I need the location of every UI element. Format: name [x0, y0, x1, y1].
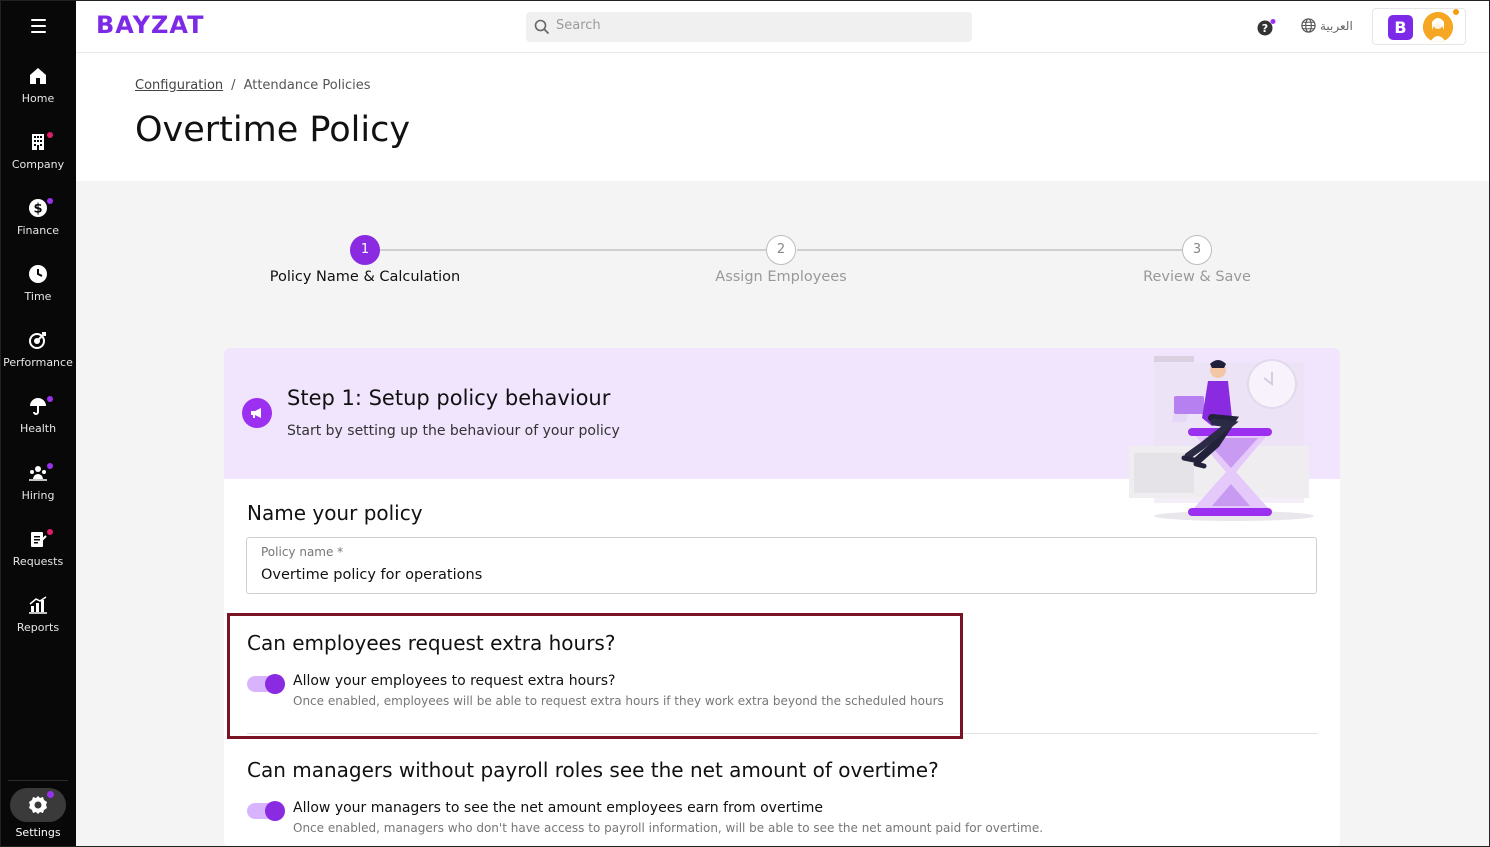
sidebar-item-home[interactable]: Home [0, 66, 76, 105]
company-badge: B [1388, 15, 1413, 40]
target-icon [29, 332, 46, 349]
user-avatar-icon [1423, 12, 1453, 42]
notification-dot [47, 463, 53, 469]
notification-dot [47, 132, 53, 138]
notification-dot [1453, 9, 1459, 15]
sidebar-item-label: Performance [3, 356, 73, 369]
building-icon [32, 134, 44, 150]
stepper-connector [380, 249, 766, 251]
net-amount-toggle-description: Once enabled, managers who don't have ac… [293, 821, 1044, 835]
svg-text:?: ? [1262, 22, 1268, 35]
net-amount-toggle[interactable] [247, 801, 285, 821]
step-2-label: Assign Employees [715, 269, 847, 285]
notification-dot [47, 396, 53, 402]
policy-name-value[interactable]: Overtime policy for operations [261, 567, 482, 583]
search-icon [534, 19, 550, 35]
dollar-icon: $ [29, 199, 47, 217]
language-switcher[interactable]: العربية [1301, 18, 1353, 33]
section-divider [247, 733, 1318, 734]
chart-icon [29, 596, 47, 614]
stepper-connector [797, 249, 1183, 251]
step-1-indicator[interactable]: 1 [350, 235, 380, 265]
sidebar-item-label: Requests [12, 555, 64, 568]
sidebar-item-label: Time [24, 290, 52, 303]
notification-dot [47, 198, 53, 204]
sidebar-divider [8, 780, 68, 781]
sidebar: Home Company $ Finance Time Performance … [0, 0, 76, 847]
sidebar-item-settings[interactable] [10, 788, 66, 822]
bayzat-logo[interactable]: BAYZAT [96, 11, 204, 39]
extra-hours-toggle-description: Once enabled, employees will be able to … [293, 694, 944, 708]
step-2-indicator[interactable]: 2 [766, 235, 796, 265]
toggle-knob [265, 801, 285, 821]
menu-icon[interactable] [31, 19, 46, 33]
extra-hours-toggle-label: Allow your employees to request extra ho… [293, 673, 616, 689]
toggle-knob [265, 674, 285, 694]
name-policy-heading: Name your policy [247, 501, 423, 525]
help-icon: ? [1257, 19, 1276, 36]
step-3-label: Review & Save [1143, 269, 1251, 285]
clock-icon [29, 265, 47, 283]
step-1-label: Policy Name & Calculation [269, 269, 461, 285]
sidebar-item-reports[interactable]: Reports [0, 595, 76, 634]
notification-dot [47, 791, 54, 798]
page-header: Configuration / Attendance Policies Overti… [76, 54, 1490, 181]
umbrella-icon [30, 398, 46, 415]
policy-name-field[interactable]: Policy name * Overtime policy for operat… [246, 537, 1317, 594]
home-icon [30, 68, 46, 84]
extra-hours-toggle[interactable] [247, 674, 285, 694]
top-bar: BAYZAT Search ? العربية B [76, 0, 1490, 53]
page-title: Overtime Policy [135, 110, 411, 150]
breadcrumb-configuration-link[interactable]: Configuration [135, 78, 223, 93]
extra-hours-heading: Can employees request extra hours? [247, 631, 616, 655]
sidebar-item-label: Health [19, 422, 57, 435]
svg-text:$: $ [33, 202, 42, 217]
breadcrumb-current: Attendance Policies [243, 78, 371, 93]
policy-setup-card: Step 1: Setup policy behaviour Start by … [224, 348, 1340, 847]
notification-dot [47, 529, 53, 535]
sidebar-item-label: Reports [16, 621, 60, 634]
net-amount-toggle-label: Allow your managers to see the net amoun… [293, 800, 823, 816]
gear-icon [29, 796, 47, 814]
policy-name-label: Policy name * [261, 545, 344, 559]
megaphone-icon [242, 398, 272, 428]
sidebar-item-label: Home [21, 92, 55, 105]
globe-icon [1301, 18, 1316, 33]
sidebar-item-health[interactable]: Health [0, 396, 76, 435]
people-icon [29, 466, 47, 481]
sidebar-item-performance[interactable]: Performance [0, 330, 76, 369]
help-button[interactable]: ? [1257, 19, 1279, 41]
sidebar-item-time[interactable]: Time [0, 264, 76, 303]
sidebar-item-company[interactable]: Company [0, 132, 76, 171]
card-title: Step 1: Setup policy behaviour [287, 386, 611, 410]
step-3-indicator[interactable]: 3 [1182, 235, 1212, 265]
net-amount-heading: Can managers without payroll roles see t… [247, 758, 939, 782]
search-placeholder: Search [556, 18, 601, 33]
sidebar-item-finance[interactable]: $ Finance [0, 198, 76, 237]
breadcrumb-separator: / [231, 78, 236, 93]
sidebar-item-label: Hiring [21, 489, 55, 502]
clipboard-icon [31, 532, 47, 547]
avatar[interactable] [1423, 12, 1453, 42]
card-subtitle: Start by setting up the behaviour of you… [287, 423, 620, 439]
sidebar-item-label: Settings [15, 826, 61, 839]
search-input[interactable]: Search [526, 12, 972, 42]
language-label: العربية [1320, 19, 1353, 33]
sidebar-item-requests[interactable]: Requests [0, 529, 76, 568]
sidebar-item-label: Finance [16, 224, 60, 237]
breadcrumb: Configuration / Attendance Policies [135, 78, 370, 93]
sidebar-item-hiring[interactable]: Hiring [0, 463, 76, 502]
sidebar-item-label: Company [11, 158, 65, 171]
person-hourglass-illustration [1129, 356, 1314, 521]
account-switcher[interactable]: B [1372, 8, 1466, 45]
